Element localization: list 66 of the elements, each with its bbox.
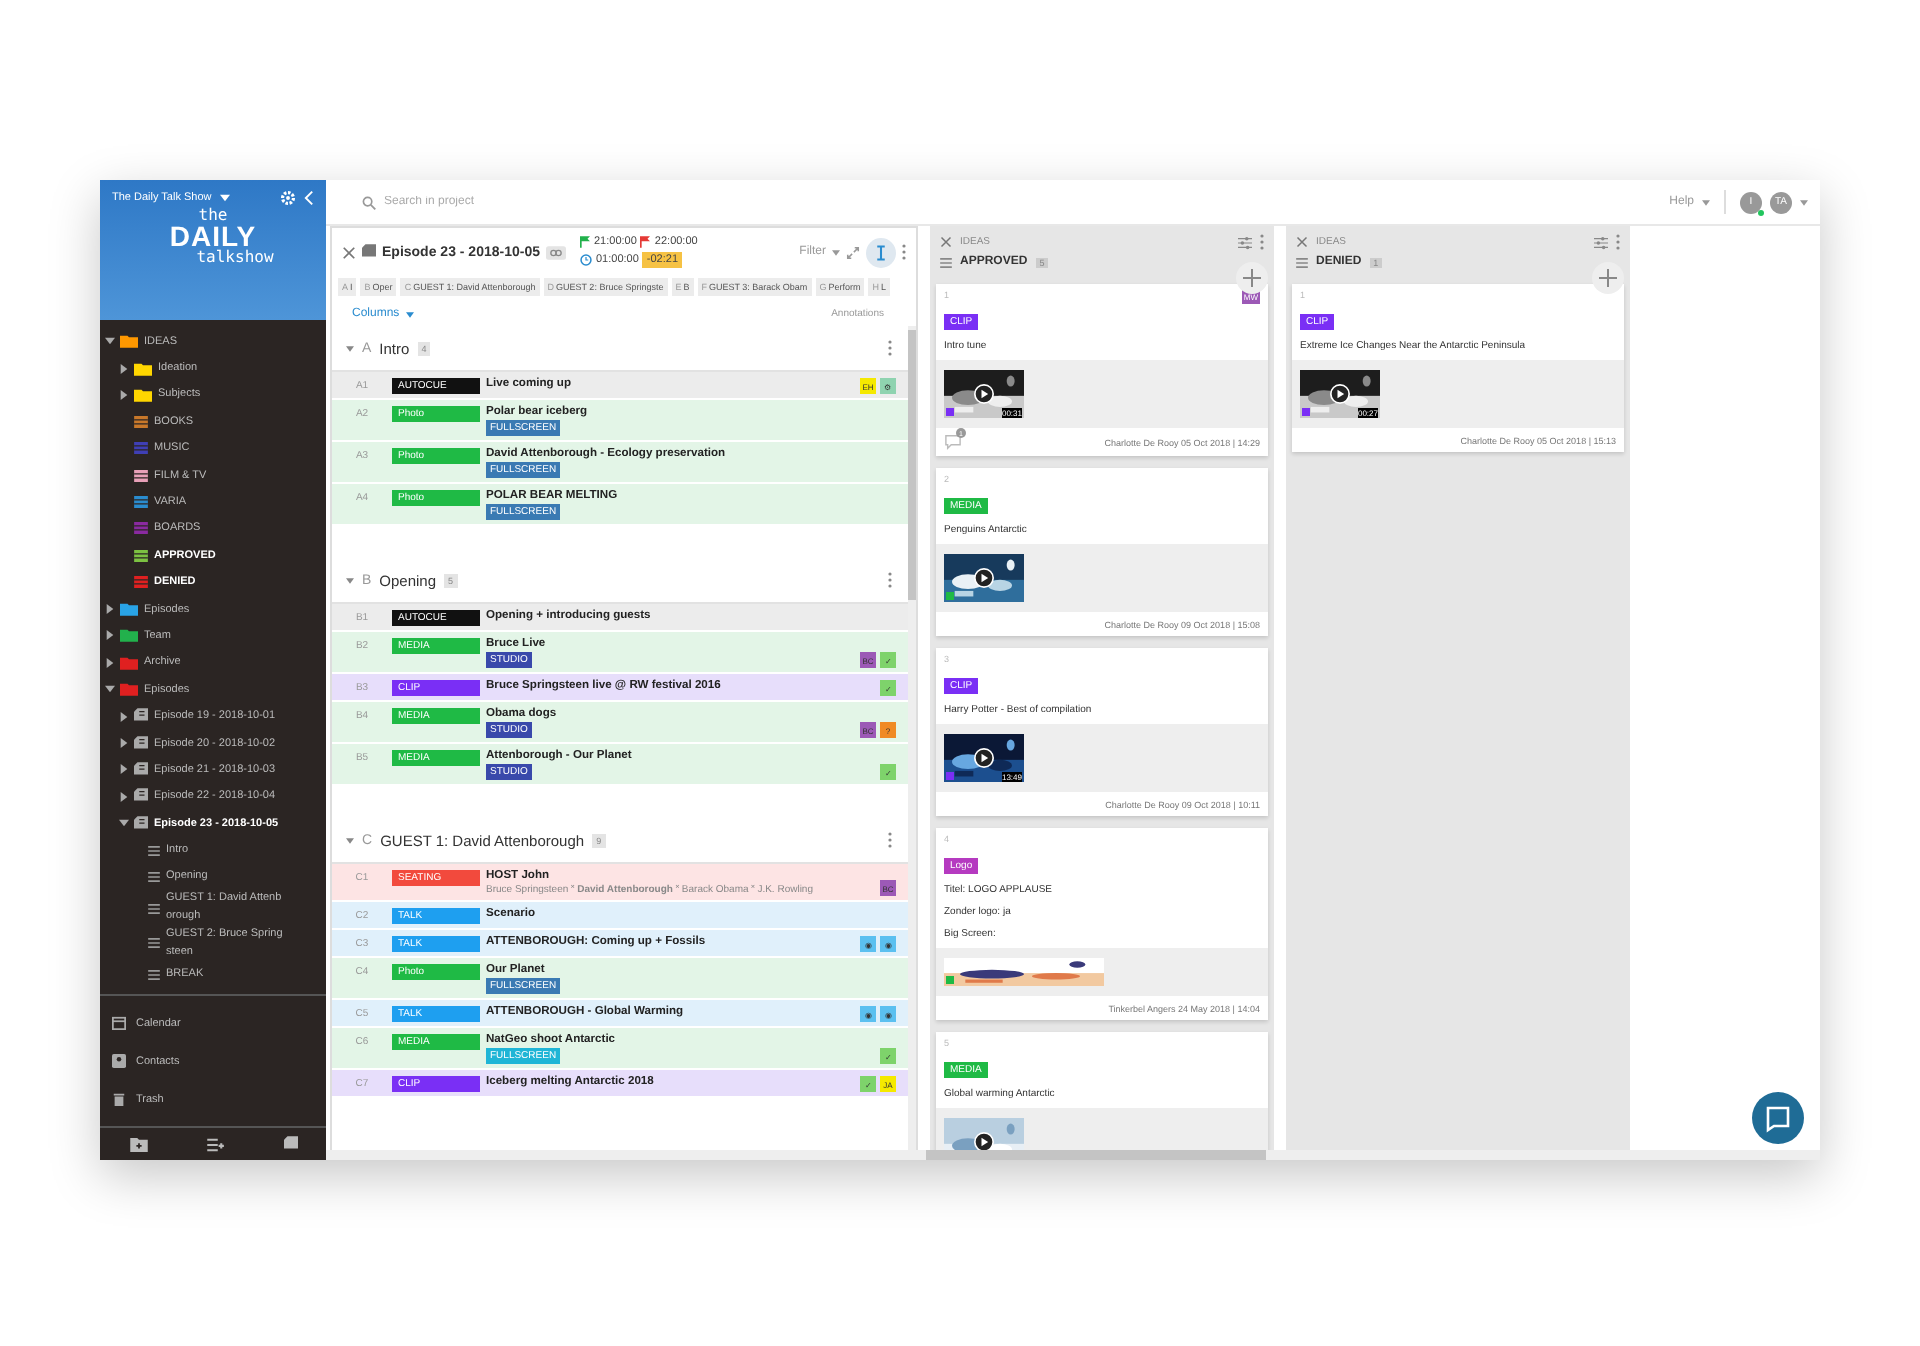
caret-icon[interactable] [120,738,128,749]
caret-icon[interactable] [120,764,128,775]
sliders-icon[interactable] [1238,235,1252,249]
contact-card-icon [112,1054,126,1068]
caret-icon[interactable] [106,657,114,668]
flag-icon [640,236,651,248]
caret-icon[interactable] [120,791,128,802]
play-icon[interactable] [974,568,994,588]
link-icon[interactable] [546,245,566,259]
media-type-icon [946,592,954,600]
script-icon [134,761,148,778]
list-icon [148,903,160,913]
script-icon [362,244,376,260]
add-list-icon[interactable] [205,1137,225,1151]
expand-icon[interactable] [846,245,860,259]
media-type-icon [946,772,954,780]
chevron-left-icon[interactable] [304,190,314,206]
caret-icon[interactable] [119,819,129,828]
media-type-icon [1302,408,1310,416]
play-icon[interactable] [974,1132,994,1150]
caret-icon[interactable] [346,577,354,583]
caret-icon[interactable] [120,711,128,722]
media-type-icon [946,976,954,984]
list-icon [940,257,952,267]
chat-button[interactable] [1752,1092,1804,1144]
script-icon [134,708,148,725]
script-icon [134,788,148,805]
add-button[interactable] [1236,262,1268,294]
script-icon[interactable] [283,1136,297,1152]
clock-icon [580,254,592,266]
caret-icon[interactable] [106,630,114,641]
list-icon [148,969,160,980]
caret-icon[interactable] [219,194,230,202]
script-icon [134,735,148,752]
play-icon[interactable] [974,748,994,768]
logo: the DAILY talkshow [167,208,276,265]
list-icon [1296,257,1308,267]
caret-icon[interactable] [405,311,414,317]
close-icon[interactable] [342,245,356,259]
media-type-icon [946,408,954,416]
script-icon [134,815,148,832]
list-icon [148,845,160,856]
close-icon[interactable] [1296,236,1308,248]
caret-icon[interactable] [346,345,354,351]
caret-icon[interactable] [120,363,128,374]
play-icon[interactable] [1330,384,1350,404]
flag-icon [580,236,590,248]
search-icon [362,195,376,209]
list-icon [148,872,160,882]
close-icon[interactable] [940,236,952,248]
caret-icon[interactable] [346,837,354,843]
settings-icon[interactable] [280,190,296,206]
trash-icon [112,1092,126,1106]
add-folder-icon[interactable] [129,1137,147,1151]
caret-icon[interactable] [106,604,114,615]
scrollbar[interactable] [908,330,916,600]
caret-icon[interactable] [120,389,128,400]
sliders-icon[interactable] [1594,235,1608,249]
text-cursor-button[interactable] [866,237,896,267]
play-icon[interactable] [974,384,994,404]
scrollbar[interactable] [926,1150,1266,1160]
caret-icon[interactable] [105,685,115,694]
add-button[interactable] [1592,262,1624,294]
list-icon [148,938,160,949]
calendar-icon [112,1016,126,1030]
caret-icon[interactable] [105,337,115,346]
